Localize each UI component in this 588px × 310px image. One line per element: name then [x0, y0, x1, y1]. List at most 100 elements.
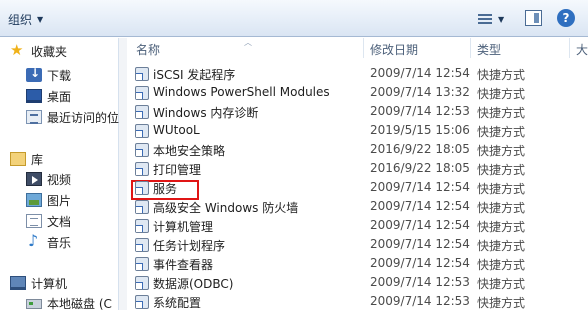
file-date: 2009/7/14 12:53 [370, 294, 470, 308]
column-divider[interactable] [569, 38, 570, 58]
column-header-size[interactable]: 大小 [576, 41, 588, 57]
file-date: 2009/7/14 12:54 [370, 218, 470, 232]
shortcut-icon [135, 200, 149, 214]
preview-pane-icon[interactable] [525, 10, 542, 26]
organize-menu-button[interactable]: 组织 ▼ [8, 9, 43, 29]
help-button[interactable]: ? [557, 9, 575, 27]
column-header-name[interactable]: 名称 [136, 41, 160, 57]
table-row[interactable]: 计算机管理 2009/7/14 12:54 快捷方式 [127, 217, 588, 236]
nav-pane-splitter[interactable] [119, 38, 127, 310]
chevron-down-icon: ▼ [498, 14, 505, 24]
nav-item-favorites[interactable]: 收藏夹 [10, 41, 128, 61]
file-date: 2009/7/14 12:53 [370, 275, 470, 289]
table-row[interactable]: 数据源(ODBC) 2009/7/14 12:53 快捷方式 [127, 274, 588, 293]
column-header-date[interactable]: 修改日期 [370, 41, 418, 57]
file-name: 本地安全策略 [153, 144, 226, 158]
nav-item-computer[interactable]: 计算机 [10, 273, 128, 293]
nav-item-libraries[interactable]: 库 [10, 149, 128, 169]
nav-item-label: 桌面 [47, 89, 72, 104]
nav-item-label: 视频 [47, 172, 72, 187]
table-row[interactable]: 本地安全策略 2016/9/22 18:05 快捷方式 [127, 141, 588, 160]
nav-item-label: 库 [31, 152, 44, 167]
file-name: 打印管理 [153, 163, 202, 177]
file-name: 任务计划程序 [153, 239, 226, 253]
file-type: 快捷方式 [477, 144, 526, 158]
nav-item-local-disk[interactable]: 本地磁盘 (C [26, 293, 119, 310]
nav-item-label: 计算机 [31, 276, 68, 291]
file-date: 2009/7/14 13:32 [370, 85, 470, 99]
file-date: 2016/9/22 18:05 [370, 142, 470, 156]
file-type: 快捷方式 [477, 258, 526, 272]
column-divider[interactable] [363, 38, 364, 58]
table-row[interactable]: Windows PowerShell Modules 2009/7/14 13:… [127, 84, 588, 103]
file-type: 快捷方式 [477, 106, 526, 120]
recent-places-icon [26, 110, 42, 124]
file-name: 事件查看器 [153, 258, 214, 272]
file-name: 数据源(ODBC) [153, 277, 234, 291]
shortcut-icon [135, 162, 149, 176]
file-type: 快捷方式 [477, 125, 526, 139]
shortcut-icon [135, 238, 149, 252]
change-view-button[interactable]: ▼ [478, 11, 514, 27]
file-type: 快捷方式 [477, 220, 526, 234]
table-row[interactable]: 任务计划程序 2009/7/14 12:54 快捷方式 [127, 236, 588, 255]
view-list-icon [478, 13, 492, 25]
shortcut-icon [135, 67, 149, 81]
file-type: 快捷方式 [477, 296, 526, 310]
picture-icon [26, 193, 42, 207]
table-row[interactable]: 高级安全 Windows 防火墙 2009/7/14 12:54 快捷方式 [127, 198, 588, 217]
file-type: 快捷方式 [477, 68, 526, 82]
file-list: ︿ 名称 修改日期 类型 大小 iSCSI 发起程序 2009/7/14 12:… [127, 38, 588, 310]
download-folder-icon [26, 66, 42, 82]
command-bar: 组织 ▼ ▼ ? [0, 0, 588, 37]
column-header-type[interactable]: 类型 [477, 41, 501, 57]
shortcut-icon [135, 105, 149, 119]
desktop-icon [26, 89, 42, 103]
file-type: 快捷方式 [477, 163, 526, 177]
table-row[interactable]: 事件查看器 2009/7/14 12:54 快捷方式 [127, 255, 588, 274]
chevron-down-icon: ▼ [37, 14, 44, 24]
file-type: 快捷方式 [477, 182, 526, 196]
nav-item-label: 收藏夹 [31, 44, 68, 59]
table-row[interactable]: iSCSI 发起程序 2009/7/14 12:54 快捷方式 [127, 65, 588, 84]
column-header-row: ︿ 名称 修改日期 类型 大小 [127, 38, 588, 58]
table-row[interactable]: 打印管理 2016/9/22 18:05 快捷方式 [127, 160, 588, 179]
file-date: 2009/7/14 12:54 [370, 199, 470, 213]
nav-item-label: 文档 [47, 214, 72, 229]
sort-ascending-icon: ︿ [244, 38, 252, 47]
file-date: 2009/7/14 12:54 [370, 256, 470, 270]
file-name: 计算机管理 [153, 220, 214, 234]
file-date: 2009/7/14 12:54 [370, 180, 470, 194]
file-date: 2009/7/14 12:54 [370, 237, 470, 251]
star-icon [10, 41, 26, 59]
shortcut-icon [135, 124, 149, 138]
table-row[interactable]: 服务 2009/7/14 12:54 快捷方式 [127, 179, 588, 200]
table-row[interactable]: 系统配置 2009/7/14 12:53 快捷方式 [127, 293, 588, 310]
shortcut-icon [135, 181, 149, 195]
file-date: 2019/5/15 15:06 [370, 123, 470, 137]
video-icon [26, 172, 42, 186]
disk-icon [26, 299, 42, 309]
shortcut-icon [135, 257, 149, 271]
computer-icon [10, 276, 26, 290]
file-date: 2009/7/14 12:54 [370, 66, 470, 80]
organize-label: 组织 [8, 12, 33, 27]
shortcut-icon [135, 86, 149, 100]
library-icon [10, 152, 26, 166]
navigation-pane: 收藏夹 下载 桌面 最近访问的位置 库 视频 图片 文档 音乐 计算机 本地磁盘… [0, 38, 131, 310]
music-icon [26, 232, 42, 250]
table-row[interactable]: Windows 内存诊断 2009/7/14 12:53 快捷方式 [127, 103, 588, 122]
column-divider[interactable] [470, 38, 471, 58]
nav-item-label: 本地磁盘 (C [47, 296, 112, 310]
table-row[interactable]: WUtooL 2019/5/15 15:06 快捷方式 [127, 122, 588, 141]
file-name: 高级安全 Windows 防火墙 [153, 201, 299, 215]
nav-item-label: 图片 [47, 193, 72, 208]
shortcut-icon [135, 295, 149, 309]
file-date: 2016/9/22 18:05 [370, 161, 470, 175]
document-icon [26, 214, 42, 228]
file-name: 系统配置 [153, 296, 202, 310]
file-name: Windows PowerShell Modules [153, 85, 330, 99]
nav-item-label: 下载 [47, 68, 72, 83]
file-type: 快捷方式 [477, 239, 526, 253]
nav-item-label: 音乐 [47, 235, 72, 250]
